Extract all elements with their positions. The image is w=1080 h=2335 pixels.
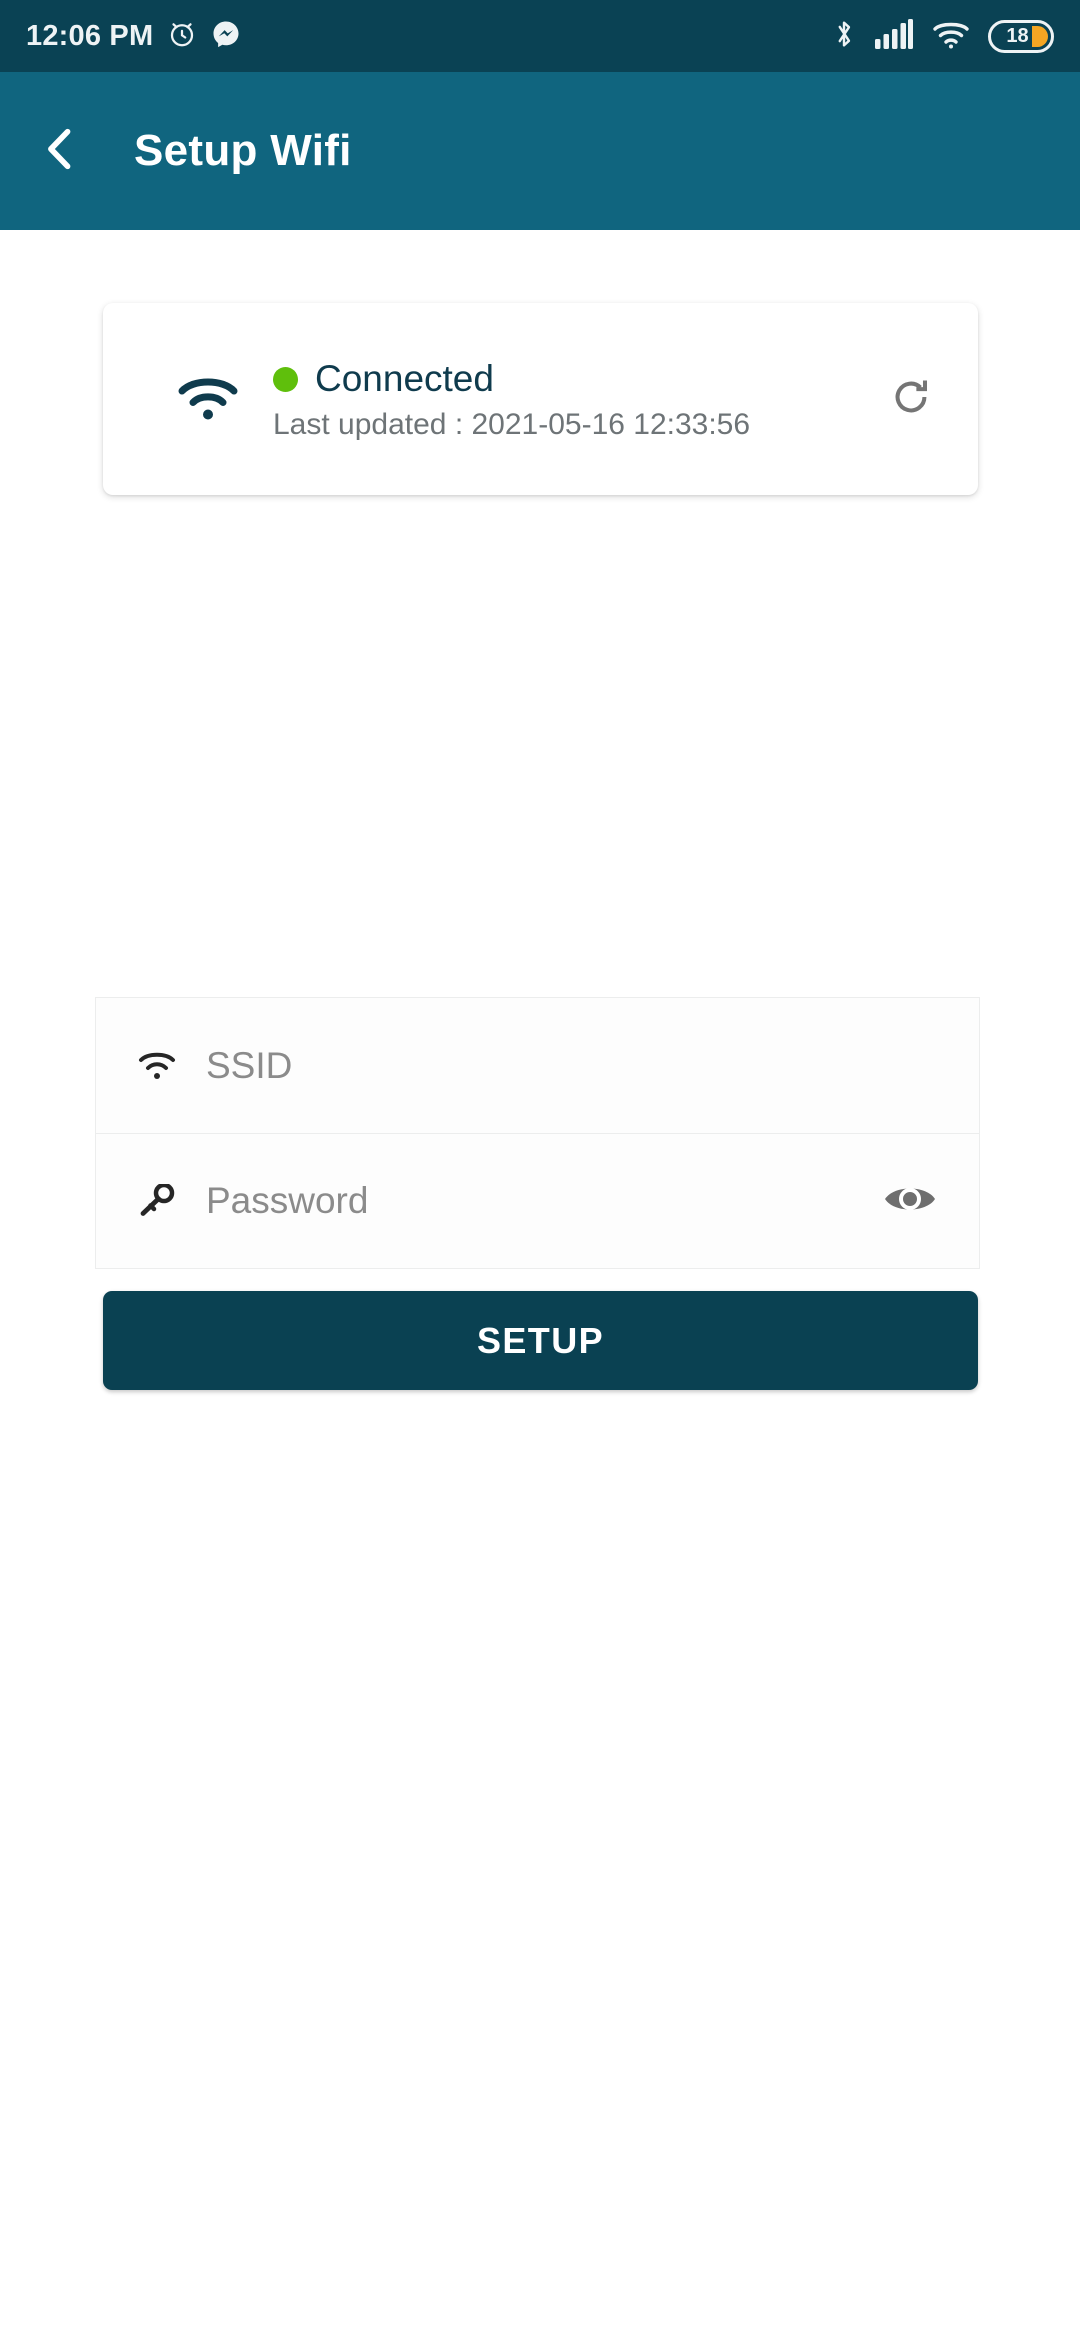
refresh-button[interactable] bbox=[866, 374, 956, 425]
connection-status-card: Connected Last updated : 2021-05-16 12:3… bbox=[103, 303, 978, 495]
battery-fill bbox=[1032, 25, 1048, 47]
status-bar-right: 18 bbox=[831, 17, 1054, 56]
back-button[interactable] bbox=[24, 115, 96, 187]
wifi-credentials-form bbox=[95, 997, 980, 1269]
setup-button[interactable]: SETUP bbox=[103, 1291, 978, 1390]
battery-level-label: 18 bbox=[1006, 25, 1029, 47]
alarm-clock-icon bbox=[167, 19, 197, 54]
status-badge: Connected bbox=[315, 357, 494, 399]
wifi-icon bbox=[138, 1050, 194, 1082]
ssid-row[interactable] bbox=[96, 998, 979, 1133]
status-bar-clock: 12:06 PM bbox=[26, 19, 154, 52]
battery-icon: 18 bbox=[988, 19, 1054, 53]
connection-status-row: Connected bbox=[273, 357, 866, 400]
ssid-input[interactable] bbox=[206, 1044, 941, 1087]
status-bar-left: 12:06 PM bbox=[26, 19, 241, 54]
bluetooth-icon bbox=[831, 17, 857, 56]
password-input[interactable] bbox=[206, 1180, 879, 1222]
status-bar: 12:06 PM 18 bbox=[0, 0, 1080, 72]
messenger-icon bbox=[211, 19, 241, 54]
connection-status-text-block: Connected Last updated : 2021-05-16 12:3… bbox=[273, 357, 866, 442]
eye-icon bbox=[883, 1180, 937, 1223]
last-updated-label: Last updated : 2021-05-16 12:33:56 bbox=[273, 408, 751, 442]
app-bar: Setup Wifi bbox=[0, 72, 1080, 230]
cellular-signal-icon bbox=[874, 18, 914, 55]
key-icon bbox=[138, 1184, 194, 1218]
wifi-icon bbox=[153, 375, 263, 423]
status-indicator-dot bbox=[273, 366, 298, 392]
password-row[interactable] bbox=[96, 1133, 979, 1268]
wifi-icon bbox=[931, 18, 971, 55]
page-title: Setup Wifi bbox=[134, 126, 352, 175]
refresh-icon bbox=[888, 374, 934, 425]
chevron-left-icon bbox=[34, 123, 86, 180]
toggle-password-visibility-button[interactable] bbox=[879, 1180, 941, 1223]
